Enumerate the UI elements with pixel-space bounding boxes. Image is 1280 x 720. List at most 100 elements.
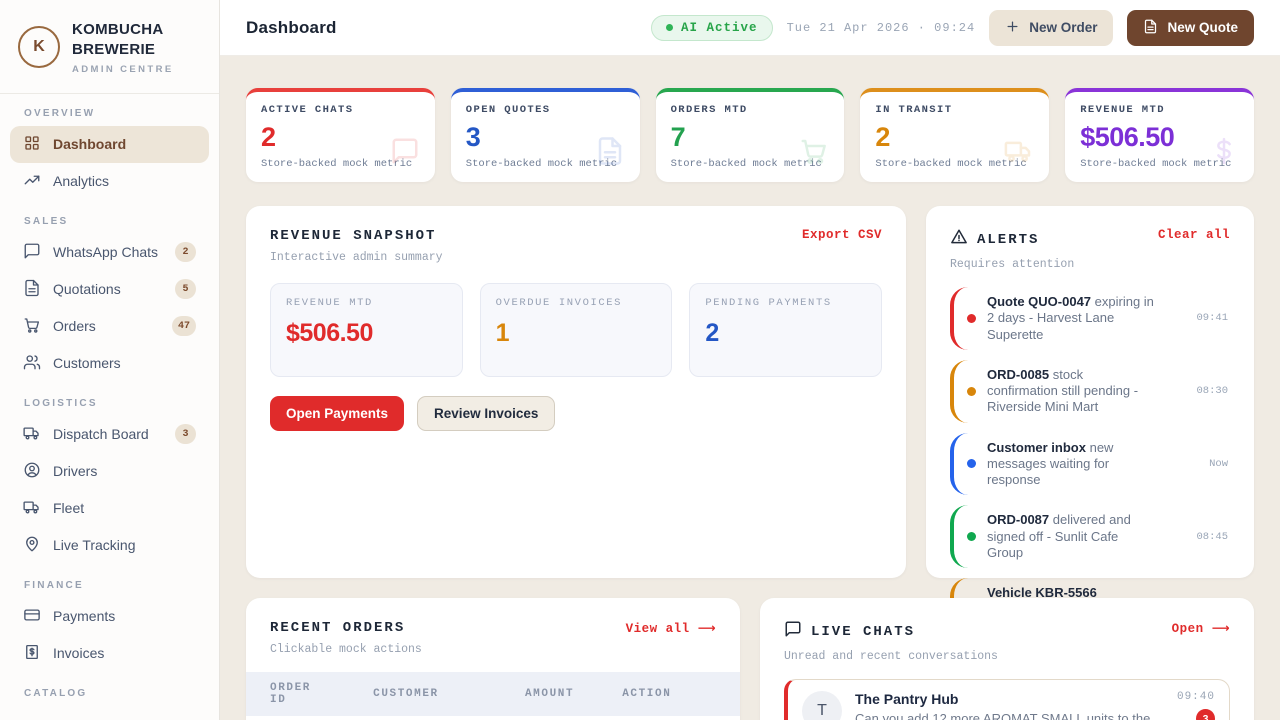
status-dot-icon bbox=[666, 24, 673, 31]
alert-time: 09:41 bbox=[1168, 312, 1230, 324]
sidebar-item-analytics[interactable]: Analytics bbox=[10, 163, 209, 200]
document-icon bbox=[23, 279, 41, 300]
stat-label: ACTIVE CHATS bbox=[261, 104, 420, 116]
brand-name: KOMBUCHA BREWERIE bbox=[72, 20, 200, 61]
alert-dot-icon bbox=[967, 459, 976, 468]
chat-message: Can you add 12 more AROMAT SMALL units t… bbox=[855, 711, 1164, 720]
sidebar-item-label: Dashboard bbox=[53, 136, 126, 152]
view-all-link[interactable]: View all ⟶ bbox=[626, 620, 716, 636]
metric-label: PENDING PAYMENTS bbox=[705, 297, 866, 309]
users-icon bbox=[23, 353, 41, 374]
bottom-row: RECENT ORDERS Clickable mock actions Vie… bbox=[246, 598, 1254, 720]
document-icon bbox=[595, 136, 625, 166]
alert-item[interactable]: Quote QUO-0047 expiring in 2 days - Harv… bbox=[950, 287, 1230, 350]
alert-highlight: Customer inbox bbox=[987, 440, 1086, 455]
live-chats-panel: LIVE CHATS Unread and recent conversatio… bbox=[760, 598, 1254, 720]
metric-value: $506.50 bbox=[286, 319, 447, 348]
sidebar-item-dispatch-board[interactable]: Dispatch Board 3 bbox=[10, 416, 209, 453]
sidebar-item-payments[interactable]: Payments bbox=[10, 598, 209, 635]
dashboard-content: ACTIVE CHATS 2 Store-backed mock metric … bbox=[220, 56, 1280, 720]
sidebar-item-drivers[interactable]: Drivers bbox=[10, 453, 209, 490]
alert-time: 08:30 bbox=[1168, 385, 1230, 397]
revenue-snapshot-subtitle: Interactive admin summary bbox=[270, 251, 443, 264]
unread-badge: 3 bbox=[1196, 709, 1215, 720]
metric-label: REVENUE MTD bbox=[286, 297, 447, 309]
new-order-button[interactable]: New Order bbox=[989, 10, 1113, 46]
sidebar-item-invoices[interactable]: Invoices bbox=[10, 635, 209, 672]
map-pin-icon bbox=[23, 535, 41, 556]
export-csv-link[interactable]: Export CSV bbox=[802, 228, 882, 242]
alert-item[interactable]: Customer inbox new messages waiting for … bbox=[950, 433, 1230, 496]
new-quote-button[interactable]: New Quote bbox=[1127, 10, 1254, 46]
metric-label: OVERDUE INVOICES bbox=[496, 297, 657, 309]
col-order-id: ORDER ID bbox=[246, 672, 349, 716]
sidebar-item-customers[interactable]: Customers bbox=[10, 345, 209, 382]
order-id-cell: ORD-0089 bbox=[246, 716, 349, 720]
new-order-label: New Order bbox=[1029, 20, 1097, 35]
top-header: Dashboard AI Active Tue 21 Apr 2026 · 09… bbox=[220, 0, 1280, 56]
chat-name: The Pantry Hub bbox=[855, 691, 1164, 707]
chat-time: 09:40 bbox=[1177, 691, 1215, 703]
alert-dot-icon bbox=[967, 532, 976, 541]
alerts-list: Quote QUO-0047 expiring in 2 days - Harv… bbox=[950, 287, 1230, 641]
sidebar-item-label: Quotations bbox=[53, 281, 121, 297]
sidebar-item-label: Fleet bbox=[53, 500, 84, 516]
sidebar-item-label: Dispatch Board bbox=[53, 426, 149, 442]
metric-overdue-invoices: OVERDUE INVOICES 1 bbox=[480, 283, 673, 377]
stat-label: OPEN QUOTES bbox=[466, 104, 625, 116]
cart-icon bbox=[799, 136, 829, 166]
alert-time: 08:45 bbox=[1168, 531, 1230, 543]
sidebar-item-whatsapp-chats[interactable]: WhatsApp Chats 2 bbox=[10, 234, 209, 271]
ai-status-badge: AI Active bbox=[651, 15, 773, 41]
sidebar-item-label: Analytics bbox=[53, 173, 109, 189]
stat-label: ORDERS MTD bbox=[671, 104, 830, 116]
alerts-panel: ALERTS Requires attention Clear all Quot… bbox=[926, 206, 1254, 578]
alert-item[interactable]: ORD-0085 stock confirmation still pendin… bbox=[950, 360, 1230, 423]
clear-all-link[interactable]: Clear all bbox=[1158, 228, 1230, 242]
sidebar-item-live-tracking[interactable]: Live Tracking bbox=[10, 527, 209, 564]
live-chats-title: LIVE CHATS bbox=[784, 620, 998, 643]
revenue-snapshot-panel: REVENUE SNAPSHOT Interactive admin summa… bbox=[246, 206, 906, 578]
middle-row: REVENUE SNAPSHOT Interactive admin summa… bbox=[246, 206, 1254, 578]
recent-orders-subtitle: Clickable mock actions bbox=[270, 643, 422, 656]
revenue-metrics: REVENUE MTD $506.50 OVERDUE INVOICES 1 P… bbox=[270, 283, 882, 377]
brand-subtitle: ADMIN CENTRE bbox=[72, 64, 200, 75]
badge-count: 47 bbox=[172, 316, 196, 336]
open-chats-link[interactable]: Open ⟶ bbox=[1172, 620, 1230, 636]
section-label-overview: OVERVIEW bbox=[24, 108, 195, 119]
warning-icon bbox=[950, 228, 968, 251]
col-action: ACTION bbox=[598, 672, 740, 716]
open-payments-button[interactable]: Open Payments bbox=[270, 396, 404, 431]
metric-revenue-mtd: REVENUE MTD $506.50 bbox=[270, 283, 463, 377]
amount-cell: $82 bbox=[501, 716, 598, 720]
review-invoices-button[interactable]: Review Invoices bbox=[417, 396, 555, 431]
sidebar-item-dashboard[interactable]: Dashboard bbox=[10, 126, 209, 163]
sidebar-item-quotations[interactable]: Quotations 5 bbox=[10, 271, 209, 308]
badge-count: 2 bbox=[175, 242, 196, 262]
recent-orders-title: RECENT ORDERS bbox=[270, 620, 422, 636]
ai-status-label: AI Active bbox=[681, 21, 758, 35]
live-chats-subtitle: Unread and recent conversations bbox=[784, 650, 998, 663]
section-label-finance: FINANCE bbox=[24, 580, 195, 591]
sidebar-item-orders[interactable]: Orders 47 bbox=[10, 308, 209, 345]
stat-label: IN TRANSIT bbox=[875, 104, 1034, 116]
sidebar-item-label: Invoices bbox=[53, 645, 104, 661]
stat-label: REVENUE MTD bbox=[1080, 104, 1239, 116]
chat-list-item[interactable]: T The Pantry Hub Can you add 12 more ARO… bbox=[784, 679, 1230, 720]
revenue-snapshot-title: REVENUE SNAPSHOT bbox=[270, 228, 443, 244]
sidebar-item-label: Customers bbox=[53, 355, 121, 371]
alert-item[interactable]: ORD-0087 delivered and signed off - Sunl… bbox=[950, 505, 1230, 568]
alert-dot-icon bbox=[967, 314, 976, 323]
metric-pending-payments: PENDING PAYMENTS 2 bbox=[689, 283, 882, 377]
brand: K KOMBUCHA BREWERIE ADMIN CENTRE bbox=[0, 0, 219, 94]
stats-row: ACTIVE CHATS 2 Store-backed mock metric … bbox=[246, 88, 1254, 182]
recent-orders-panel: RECENT ORDERS Clickable mock actions Vie… bbox=[246, 598, 740, 720]
metric-value: 2 bbox=[705, 319, 866, 348]
sidebar-item-fleet[interactable]: Fleet bbox=[10, 490, 209, 527]
sidebar-item-label: Orders bbox=[53, 318, 96, 334]
col-customer: CUSTOMER bbox=[349, 672, 501, 716]
chat-icon bbox=[784, 620, 802, 643]
orders-table: ORDER ID CUSTOMER AMOUNT ACTION ORD-0089… bbox=[246, 672, 740, 720]
chat-icon bbox=[390, 136, 420, 166]
brand-logo: K bbox=[18, 26, 60, 68]
